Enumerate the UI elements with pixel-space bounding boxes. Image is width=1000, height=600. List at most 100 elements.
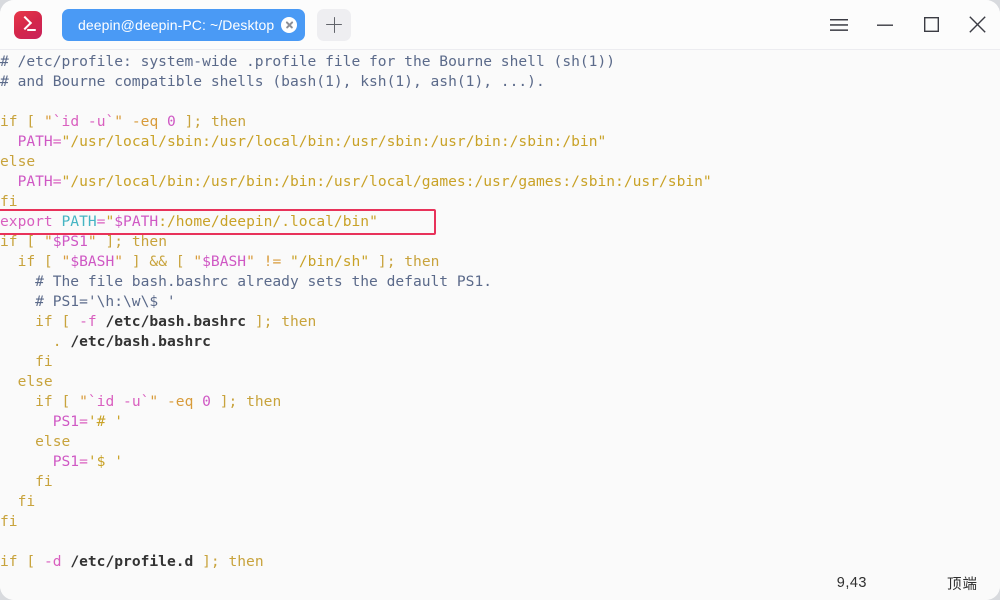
code-token: fi (0, 513, 18, 530)
scroll-position-indicator: 顶端 (947, 576, 978, 593)
close-icon[interactable] (281, 16, 298, 33)
code-token: if [ (0, 313, 80, 330)
code-token: = (52, 173, 62, 190)
code-token: -eq (131, 113, 159, 130)
terminal-prompt-icon (14, 10, 42, 39)
hamburger-menu-icon[interactable] (816, 0, 862, 50)
code-token: ]; then (175, 113, 247, 130)
title-bar: deepin@deepin-PC: ~/Desktop (0, 0, 1000, 50)
terminal-output[interactable]: # /etc/profile: system-wide .profile fil… (0, 50, 1000, 600)
code-line: PATH="/usr/local/bin:/usr/bin:/bin:/usr/… (0, 172, 1000, 192)
code-token: if [ (0, 393, 80, 410)
code-token: fi (0, 193, 18, 210)
code-token: "/usr/local/bin:/usr/bin:/bin:/usr/local… (61, 173, 712, 190)
code-token: PATH (61, 213, 97, 230)
code-token: # PS1='\h:\w\$ ' (0, 293, 176, 310)
cursor-position-indicator: 9,43 (836, 575, 867, 591)
code-token: ` (87, 393, 97, 410)
code-token: " (61, 253, 71, 270)
code-token: else (0, 153, 36, 170)
code-lines: # /etc/profile: system-wide .profile fil… (0, 52, 1000, 572)
code-line: # The file bash.bashrc already sets the … (0, 272, 1000, 292)
code-token: fi (0, 353, 53, 370)
code-token: PS1 (52, 413, 80, 430)
window-controls (816, 0, 1000, 49)
code-line: if [ "`id -u`" -eq 0 ]; then (0, 112, 1000, 132)
code-token: PATH (17, 133, 53, 150)
code-line: fi (0, 472, 1000, 492)
terminal-tab[interactable]: deepin@deepin-PC: ~/Desktop (62, 8, 306, 41)
code-token: -eq (167, 393, 194, 410)
code-token: fi (0, 493, 36, 510)
code-token: "/usr/local/sbin:/usr/local/bin:/usr/sbi… (61, 133, 607, 150)
code-token: " (79, 393, 88, 410)
code-token: -f (79, 313, 97, 330)
code-line: PS1='# ' (0, 412, 1000, 432)
code-token: " (114, 113, 124, 130)
code-token: = (79, 413, 88, 430)
code-token: -u (123, 393, 141, 410)
maximize-icon[interactable] (908, 0, 954, 50)
code-token: ]; then (246, 313, 317, 330)
code-token: export (0, 213, 53, 230)
code-line: PS1='$ ' (0, 452, 1000, 472)
code-token: ]; then (210, 393, 282, 410)
close-icon[interactable] (954, 0, 1000, 50)
code-token: = (79, 453, 88, 470)
code-line: else (0, 372, 1000, 392)
code-line: else (0, 152, 1000, 172)
code-token: " (105, 213, 115, 230)
code-line: # /etc/profile: system-wide .profile fil… (0, 52, 1000, 72)
code-token: -u (87, 113, 106, 130)
chevron-right-glyph (17, 15, 33, 30)
code-token: ] && [ (123, 253, 194, 270)
code-token: " (149, 393, 159, 410)
code-line: if [ "$BASH" ] && [ "$BASH" != "/bin/sh"… (0, 252, 1000, 272)
code-line: if [ "$PS1" ]; then (0, 232, 1000, 252)
code-line: else (0, 432, 1000, 452)
code-token: " (246, 253, 255, 270)
code-token: if [ (0, 113, 44, 130)
code-token: PATH (17, 173, 53, 190)
code-token: :/home/deepin/.local/bin" (158, 213, 378, 230)
code-token: " (87, 233, 97, 250)
code-token: = (52, 133, 62, 150)
code-token: $PS1 (52, 233, 88, 250)
code-token: if [ (0, 253, 62, 270)
code-token: 0 (202, 393, 211, 410)
code-line: PATH="/usr/local/sbin:/usr/local/bin:/us… (0, 132, 1000, 152)
code-line: fi (0, 352, 1000, 372)
code-token: if [ (0, 233, 44, 250)
code-token: '$ ' (87, 453, 124, 470)
code-token: "/bin/sh" (290, 253, 370, 270)
code-line: . /etc/bash.bashrc (0, 332, 1000, 352)
code-token: $BASH (202, 253, 247, 270)
minimize-icon[interactable] (862, 0, 908, 50)
code-token: 0 (167, 113, 176, 130)
code-token: # /etc/profile: system-wide .profile fil… (0, 53, 616, 70)
code-token: # The file bash.bashrc already sets the … (0, 273, 493, 290)
code-token: /etc/bash.bashrc (105, 313, 247, 330)
code-token: # and Bourne compatible shells (bash(1),… (0, 73, 545, 90)
code-token: . (52, 333, 62, 350)
plus-icon[interactable] (317, 8, 352, 41)
code-line: # and Bourne compatible shells (bash(1),… (0, 72, 1000, 92)
code-token: " (114, 253, 124, 270)
code-token: PS1 (52, 453, 80, 470)
code-token: else (0, 373, 53, 390)
code-token: else (0, 433, 71, 450)
code-token: fi (0, 473, 53, 490)
code-token: id (96, 393, 115, 410)
terminal-window: deepin@deepin-PC: ~/Desktop # /etc/profi… (0, 0, 1000, 600)
